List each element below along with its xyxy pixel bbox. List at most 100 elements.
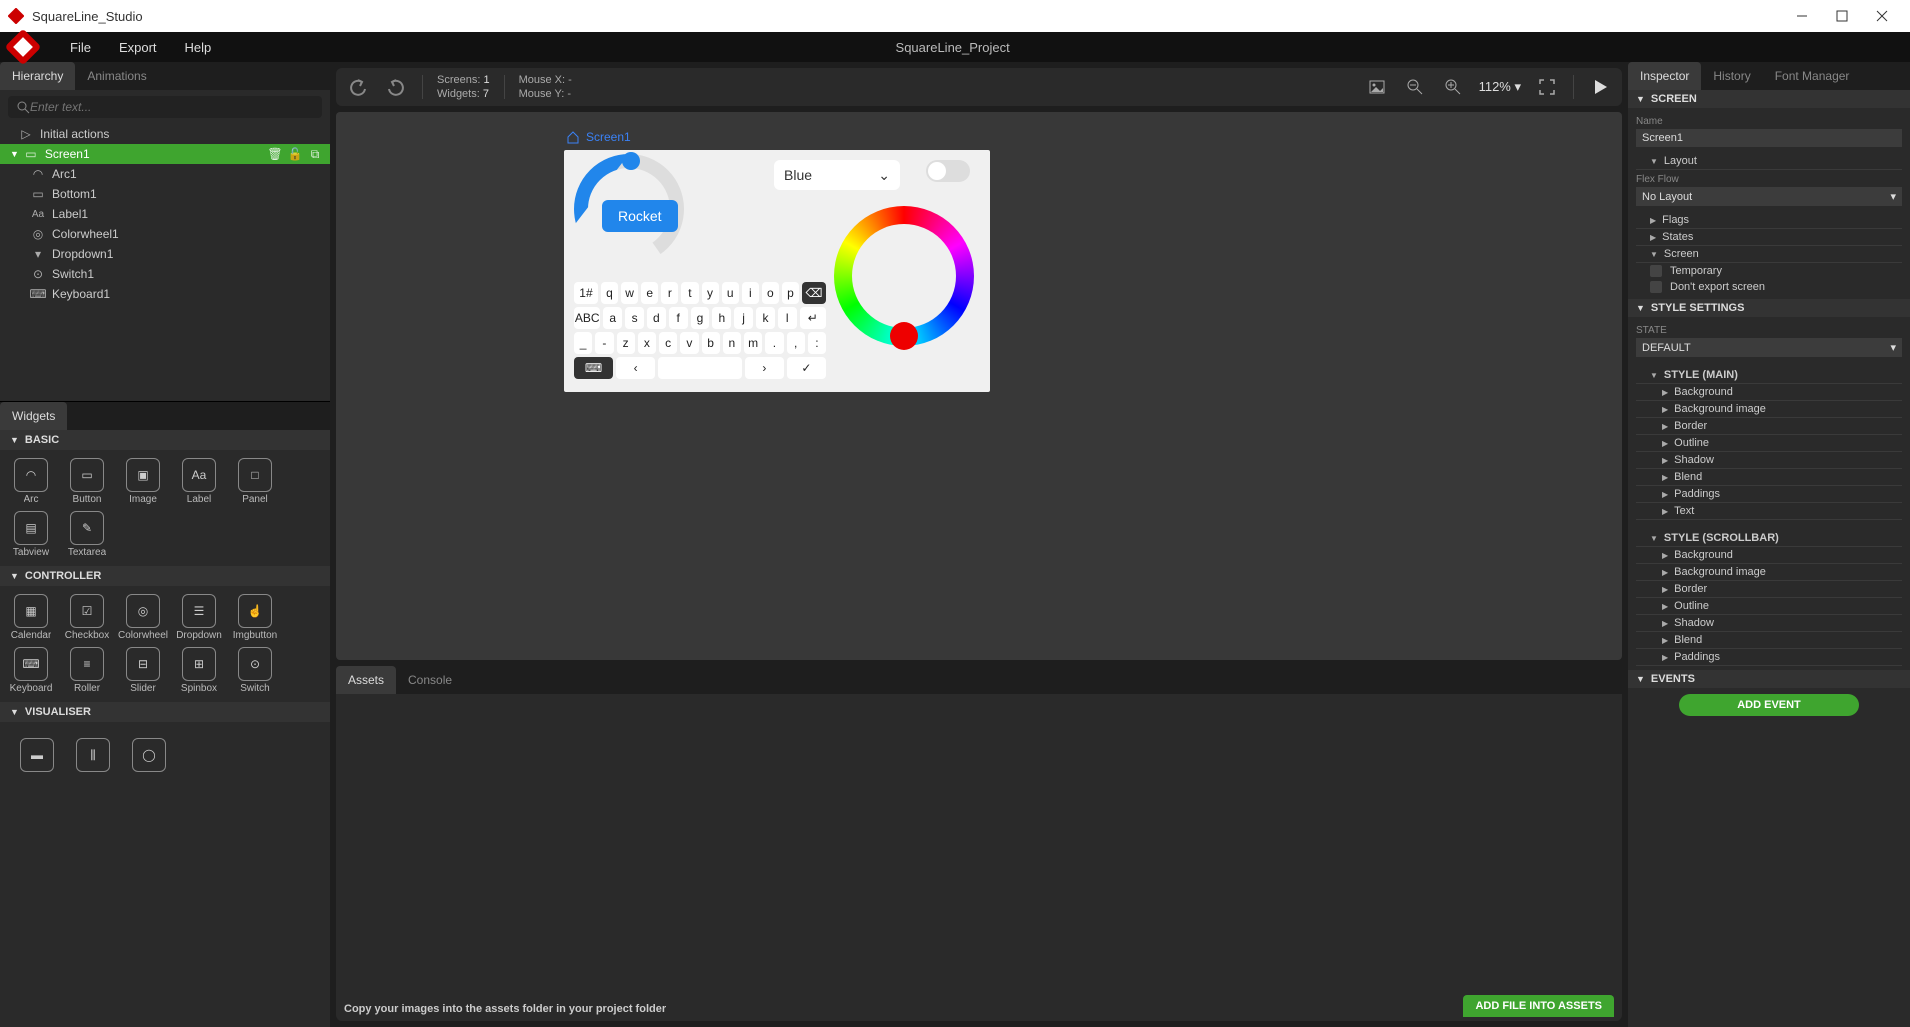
lock-icon[interactable]: 🔓 bbox=[288, 147, 302, 161]
widget-imgbutton[interactable]: ☝Imgbutton bbox=[228, 592, 282, 643]
widget-label: Button bbox=[73, 494, 102, 505]
style-item-paddings[interactable]: Paddings bbox=[1636, 486, 1902, 503]
flags-subsection[interactable]: Flags bbox=[1636, 212, 1902, 229]
menu-file[interactable]: File bbox=[56, 32, 105, 62]
hierarchy-search[interactable] bbox=[8, 96, 322, 118]
tab-hierarchy[interactable]: Hierarchy bbox=[0, 62, 75, 90]
widget-dropdown[interactable]: ☰Dropdown bbox=[172, 592, 226, 643]
redo-button[interactable] bbox=[384, 75, 408, 99]
add-event-button[interactable]: ADD EVENT bbox=[1679, 694, 1859, 716]
widget-colorwheel[interactable]: ◎Colorwheel bbox=[116, 592, 170, 643]
widget-spinbox[interactable]: ⊞Spinbox bbox=[172, 645, 226, 696]
screen-preview[interactable]: Rocket Blue⌄ 1#qwertyuiop⌫ ABCasdfghjkl↵… bbox=[564, 150, 990, 392]
widget-image[interactable]: ▣Image bbox=[116, 456, 170, 507]
screen-subsection[interactable]: Screen bbox=[1636, 246, 1902, 263]
style-item-background-image[interactable]: Background image bbox=[1636, 564, 1902, 581]
tab-inspector[interactable]: Inspector bbox=[1628, 62, 1701, 90]
play-button[interactable] bbox=[1588, 75, 1612, 99]
hierarchy-initial-actions[interactable]: ▷ Initial actions bbox=[0, 124, 330, 144]
style-item-paddings[interactable]: Paddings bbox=[1636, 649, 1902, 666]
temporary-checkbox[interactable]: Temporary bbox=[1636, 263, 1902, 279]
style-main-subsection[interactable]: STYLE (MAIN) bbox=[1636, 367, 1902, 384]
style-item-background[interactable]: Background bbox=[1636, 384, 1902, 401]
widget-label: Textarea bbox=[68, 547, 106, 558]
widget-keyboard[interactable]: ⌨Keyboard bbox=[4, 645, 58, 696]
zoom-out-button[interactable] bbox=[1403, 75, 1427, 99]
layout-subsection[interactable]: Layout bbox=[1636, 153, 1902, 170]
style-item-border[interactable]: Border bbox=[1636, 581, 1902, 598]
style-item-text[interactable]: Text bbox=[1636, 503, 1902, 520]
style-item-shadow[interactable]: Shadow bbox=[1636, 615, 1902, 632]
widget-arc[interactable]: ◠Arc bbox=[4, 456, 58, 507]
image-icon[interactable] bbox=[1365, 75, 1389, 99]
tab-font-manager[interactable]: Font Manager bbox=[1763, 62, 1862, 90]
tab-console[interactable]: Console bbox=[396, 666, 464, 694]
hierarchy-item[interactable]: AaLabel1 bbox=[0, 204, 330, 224]
style-item-background-image[interactable]: Background image bbox=[1636, 401, 1902, 418]
widget-visualiser-item[interactable]: ▬ bbox=[10, 736, 64, 776]
widget-label[interactable]: AaLabel bbox=[172, 456, 226, 507]
flexflow-select[interactable]: No Layout▾ bbox=[1636, 187, 1902, 206]
close-button[interactable] bbox=[1862, 0, 1902, 32]
widget-visualiser-item[interactable]: ◯ bbox=[122, 736, 176, 776]
section-basic[interactable]: BASIC bbox=[0, 430, 330, 450]
inspector-section-screen[interactable]: SCREEN bbox=[1628, 90, 1910, 108]
style-item-blend[interactable]: Blend bbox=[1636, 632, 1902, 649]
name-input[interactable] bbox=[1636, 129, 1902, 147]
undo-button[interactable] bbox=[346, 75, 370, 99]
section-visualiser[interactable]: VISUALISER bbox=[0, 702, 330, 722]
style-item-border[interactable]: Border bbox=[1636, 418, 1902, 435]
zoom-in-button[interactable] bbox=[1441, 75, 1465, 99]
widget-label: Panel bbox=[242, 494, 268, 505]
state-select[interactable]: DEFAULT▾ bbox=[1636, 338, 1902, 357]
style-item-outline[interactable]: Outline bbox=[1636, 435, 1902, 452]
canvas-area[interactable]: Screen1 Rocket Blue⌄ 1#qwertyuiop⌫ ABCas… bbox=[336, 112, 1622, 660]
chevron-down-icon: ⌄ bbox=[878, 167, 890, 184]
widget-switch[interactable]: ⊙Switch bbox=[228, 645, 282, 696]
hierarchy-item[interactable]: ◎Colorwheel1 bbox=[0, 224, 330, 244]
minimize-button[interactable] bbox=[1782, 0, 1822, 32]
style-item-outline[interactable]: Outline bbox=[1636, 598, 1902, 615]
zoom-level[interactable]: 112% ▾ bbox=[1479, 79, 1521, 95]
maximize-button[interactable] bbox=[1822, 0, 1862, 32]
widget-tabview[interactable]: ▤Tabview bbox=[4, 509, 58, 560]
widget-roller[interactable]: ≡Roller bbox=[60, 645, 114, 696]
tab-animations[interactable]: Animations bbox=[75, 62, 158, 90]
hierarchy-item[interactable]: ⌨Keyboard1 bbox=[0, 284, 330, 304]
section-controller[interactable]: CONTROLLER bbox=[0, 566, 330, 586]
widget-visualiser-item[interactable]: ⫼ bbox=[66, 736, 120, 776]
hierarchy-item[interactable]: ◠Arc1 bbox=[0, 164, 330, 184]
style-item-blend[interactable]: Blend bbox=[1636, 469, 1902, 486]
preview-key: : bbox=[808, 332, 826, 354]
duplicate-icon[interactable]: ⧉ bbox=[308, 147, 322, 161]
hierarchy-item[interactable]: ⊙Switch1 bbox=[0, 264, 330, 284]
widget-button[interactable]: ▭Button bbox=[60, 456, 114, 507]
search-input[interactable] bbox=[30, 100, 314, 114]
widget-panel[interactable]: □Panel bbox=[228, 456, 282, 507]
widget-textarea[interactable]: ✎Textarea bbox=[60, 509, 114, 560]
style-scrollbar-subsection[interactable]: STYLE (SCROLLBAR) bbox=[1636, 530, 1902, 547]
hierarchy-screen1[interactable]: ▼ ▭ Screen1 🗑 🔓 ⧉ bbox=[0, 144, 330, 164]
widget-checkbox[interactable]: ☑Checkbox bbox=[60, 592, 114, 643]
delete-icon[interactable]: 🗑 bbox=[268, 147, 282, 161]
tab-assets[interactable]: Assets bbox=[336, 666, 396, 694]
states-subsection[interactable]: States bbox=[1636, 229, 1902, 246]
menu-help[interactable]: Help bbox=[171, 32, 226, 62]
inspector-section-events[interactable]: EVENTS bbox=[1628, 670, 1910, 688]
style-item-shadow[interactable]: Shadow bbox=[1636, 452, 1902, 469]
preview-key: y bbox=[702, 282, 719, 304]
fullscreen-button[interactable] bbox=[1535, 75, 1559, 99]
preview-key: b bbox=[702, 332, 720, 354]
tab-widgets[interactable]: Widgets bbox=[0, 402, 67, 430]
add-file-button[interactable]: ADD FILE INTO ASSETS bbox=[1463, 995, 1614, 1017]
hierarchy-item[interactable]: ▭Bottom1 bbox=[0, 184, 330, 204]
inspector-section-style[interactable]: STYLE SETTINGS bbox=[1628, 299, 1910, 317]
tab-history[interactable]: History bbox=[1701, 62, 1762, 90]
style-item-background[interactable]: Background bbox=[1636, 547, 1902, 564]
widget-slider[interactable]: ⊟Slider bbox=[116, 645, 170, 696]
hierarchy-item[interactable]: ▾Dropdown1 bbox=[0, 244, 330, 264]
dont-export-checkbox[interactable]: Don't export screen bbox=[1636, 279, 1902, 295]
widget-calendar[interactable]: ▦Calendar bbox=[4, 592, 58, 643]
preview-key: - bbox=[595, 332, 613, 354]
menu-export[interactable]: Export bbox=[105, 32, 171, 62]
